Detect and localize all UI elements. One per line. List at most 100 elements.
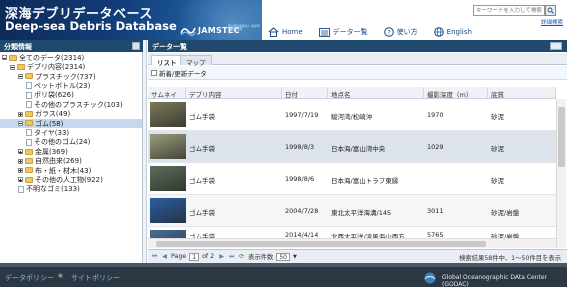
tree-node[interactable]: ゴム(58) bbox=[0, 118, 142, 129]
nav-home[interactable]: Home bbox=[268, 27, 303, 37]
nav-english-label: English bbox=[446, 28, 472, 36]
cell-depth: 1970 bbox=[427, 111, 444, 119]
panel-tool-button[interactable] bbox=[550, 42, 562, 50]
cell-place: 駿河湾/松崎沖 bbox=[331, 113, 373, 121]
collapse-icon[interactable] bbox=[18, 73, 23, 79]
folder-icon bbox=[25, 158, 33, 165]
page-of-label: of 2 bbox=[202, 253, 215, 260]
per-page-label: 表示件数 bbox=[248, 254, 274, 261]
nav-data-list[interactable]: データ一覧 bbox=[318, 27, 368, 37]
per-page-select[interactable]: 50 bbox=[276, 252, 290, 261]
document-icon bbox=[26, 91, 32, 99]
cell-date: 1998/8/6 bbox=[285, 175, 315, 183]
jamstec-subtext: 国立研究開発法人 海洋研究開発機構 bbox=[228, 24, 260, 32]
category-panel-title: 分類情報 bbox=[0, 40, 143, 52]
table-row[interactable]: ゴム手袋 1998/8/3 日本海/富山湾中央 1029 砂泥 bbox=[148, 131, 560, 163]
search-input[interactable] bbox=[473, 5, 545, 16]
tree-node[interactable]: プラスチック(737) bbox=[18, 72, 96, 81]
folder-icon bbox=[25, 73, 33, 80]
help-icon: ? bbox=[383, 27, 394, 37]
column-header[interactable]: 日付 bbox=[282, 87, 328, 99]
tree-node[interactable]: 布・紙・材木(43) bbox=[18, 166, 91, 175]
tree-node[interactable]: ガラス(49) bbox=[18, 109, 70, 118]
column-header[interactable]: 地点名 bbox=[328, 87, 424, 99]
category-panel: 分類情報 全てのデータ(2314) デブリ内容(2314) プラスチック(737) ペ… bbox=[0, 40, 143, 263]
column-header[interactable]: 底質 bbox=[488, 87, 556, 99]
chevron-down-icon[interactable]: ▼ bbox=[293, 254, 297, 260]
tree-node[interactable]: 不明なゴミ(133) bbox=[18, 185, 80, 194]
cell-depth: 3011 bbox=[427, 207, 444, 215]
horizontal-scrollbar[interactable] bbox=[148, 238, 556, 248]
expand-icon[interactable] bbox=[18, 167, 23, 173]
column-header[interactable]: サムネイル bbox=[148, 87, 186, 109]
document-icon bbox=[26, 129, 32, 137]
tab-list[interactable]: リスト bbox=[151, 55, 183, 67]
column-header[interactable]: 撮影深度（m） bbox=[424, 87, 488, 99]
document-icon bbox=[26, 138, 32, 146]
tree-node[interactable]: タイヤ(33) bbox=[26, 128, 69, 137]
tree-node[interactable]: デブリ内容(2314) bbox=[10, 62, 85, 71]
collapse-panel-button[interactable] bbox=[132, 42, 140, 50]
new-updated-checkbox[interactable] bbox=[151, 69, 157, 76]
thumbnail-image[interactable] bbox=[150, 134, 186, 159]
tree-node[interactable]: その他のゴム(24) bbox=[26, 138, 90, 147]
folder-icon bbox=[9, 54, 17, 61]
collapse-icon[interactable] bbox=[10, 64, 15, 70]
thumbnail-image[interactable] bbox=[150, 198, 186, 223]
table-row[interactable]: ゴム手袋 1997/7/19 駿河湾/松崎沖 1970 砂泥 bbox=[148, 99, 560, 131]
refresh-icon[interactable]: ⟳ bbox=[238, 253, 245, 260]
external-link-icon: ▣ bbox=[58, 273, 63, 279]
expand-icon[interactable] bbox=[18, 177, 23, 183]
tree-node[interactable]: 金属(369) bbox=[18, 147, 68, 156]
search-icon bbox=[547, 7, 554, 14]
page-input[interactable]: 1 bbox=[189, 252, 200, 261]
table-row[interactable]: ゴム手袋 2004/7/28 東北太平洋海溝/145 3011 砂泥/岩盤 bbox=[148, 195, 560, 227]
vertical-scrollbar[interactable] bbox=[556, 99, 566, 248]
cell-place: 東北太平洋海溝/145 bbox=[331, 209, 392, 217]
godac-logo-icon[interactable] bbox=[420, 272, 440, 284]
last-page-icon[interactable]: ⏭ bbox=[228, 253, 235, 260]
folder-icon bbox=[25, 111, 33, 118]
tree-node[interactable]: ペットボトル(23) bbox=[26, 81, 90, 90]
nav-home-label: Home bbox=[282, 28, 303, 36]
prev-page-icon[interactable]: ◀ bbox=[161, 253, 168, 260]
tree-node[interactable]: ポリ袋(626) bbox=[26, 91, 74, 100]
nav-english[interactable]: English bbox=[433, 27, 472, 37]
result-info: 検索結果58件中、1～50件目を表示 bbox=[459, 255, 561, 262]
advanced-search-link[interactable]: 詳細検索 bbox=[541, 18, 563, 26]
panel-splitter[interactable] bbox=[143, 40, 147, 263]
horizontal-scroll-thumb[interactable] bbox=[156, 241, 486, 247]
jamstec-wave-icon bbox=[180, 27, 196, 36]
tree-node[interactable]: その他の人工物(922) bbox=[18, 175, 103, 184]
expand-icon[interactable] bbox=[18, 111, 23, 117]
vertical-scroll-thumb[interactable] bbox=[558, 107, 565, 167]
cell-place: 日本海/富山湾中央 bbox=[331, 145, 386, 153]
site-policy-link[interactable]: サイトポリシー bbox=[71, 273, 120, 283]
data-list-title: データ一覧 bbox=[148, 40, 567, 52]
tree-node[interactable]: 自然由来(269) bbox=[18, 156, 82, 165]
thumbnail-image[interactable] bbox=[150, 102, 186, 127]
cell-date: 2004/7/28 bbox=[285, 207, 319, 215]
site-footer: データポリシー ▣ サイトポリシー Global Oceanographic D… bbox=[0, 263, 567, 287]
nav-help[interactable]: ? 使い方 bbox=[383, 27, 418, 37]
data-policy-link[interactable]: データポリシー bbox=[5, 273, 54, 283]
collapse-icon[interactable] bbox=[2, 55, 7, 61]
tree-node[interactable]: その他のプラスチック(103) bbox=[26, 100, 123, 109]
list-icon bbox=[318, 27, 330, 37]
tree-node[interactable]: 全てのデータ(2314) bbox=[2, 53, 84, 62]
cell-place: 日本海/富山トラフ東縁 bbox=[331, 177, 399, 185]
nav-help-label: 使い方 bbox=[396, 28, 418, 36]
next-page-icon[interactable]: ▶ bbox=[218, 253, 225, 260]
thumbnail-image[interactable] bbox=[150, 166, 186, 191]
collapse-icon[interactable] bbox=[18, 120, 23, 126]
search-button[interactable] bbox=[545, 5, 556, 16]
tab-map[interactable]: マップ bbox=[180, 55, 212, 67]
data-list-title-text: データ一覧 bbox=[152, 43, 187, 51]
column-header[interactable]: デブリ内容 bbox=[186, 87, 282, 99]
document-icon bbox=[26, 101, 32, 109]
globe-icon bbox=[433, 27, 444, 37]
expand-icon[interactable] bbox=[18, 149, 23, 155]
first-page-icon[interactable]: ⏮ bbox=[151, 253, 158, 260]
expand-icon[interactable] bbox=[18, 158, 23, 164]
table-row[interactable]: ゴム手袋 1998/8/6 日本海/富山トラフ東縁 砂泥 bbox=[148, 163, 560, 195]
